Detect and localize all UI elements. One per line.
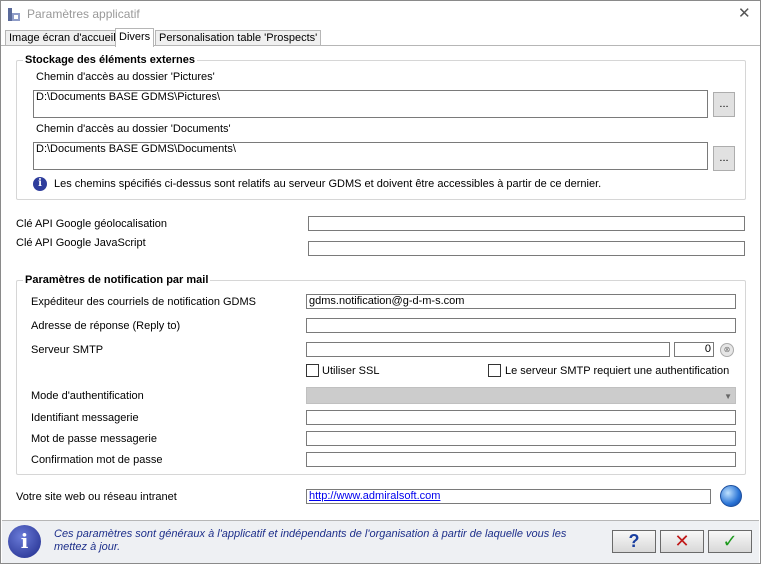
tab-divers[interactable]: Divers [115, 28, 155, 47]
help-button[interactable]: ? [612, 530, 656, 553]
pictures-path-label: Chemin d'accès au dossier 'Pictures' [36, 71, 215, 83]
sender-input[interactable]: gdms.notification@g-d-m-s.com [306, 294, 736, 309]
clear-port-icon[interactable]: ⊗ [720, 343, 734, 357]
browse-documents-button[interactable]: ... [713, 146, 735, 171]
chevron-down-icon: ▼ [724, 392, 732, 401]
password-label: Mot de passe messagerie [31, 433, 157, 445]
smtp-server-input[interactable] [306, 342, 670, 357]
documents-path-input[interactable]: D:\Documents BASE GDMS\Documents\ [33, 142, 708, 170]
google-geo-input[interactable] [308, 216, 745, 231]
info-icon: i [8, 525, 41, 558]
smtp-port-input[interactable]: 0 [674, 342, 714, 357]
info-icon: i [33, 177, 47, 191]
sender-label: Expéditeur des courriels de notification… [31, 296, 256, 308]
google-js-input[interactable] [308, 241, 745, 256]
google-geo-label: Clé API Google géolocalisation [16, 218, 168, 230]
use-ssl-label: Utiliser SSL [322, 365, 380, 377]
mail-legend: Paramètres de notification par mail [25, 274, 209, 286]
auth-mode-label: Mode d'authentification [31, 390, 144, 402]
dialog-footer: i Ces paramètres sont généraux à l'appli… [2, 520, 759, 563]
auth-mode-select: ▼ [306, 387, 736, 404]
tab-content: Stockage des éléments externes Chemin d'… [2, 46, 759, 520]
window-title: Paramètres applicatif [27, 7, 140, 21]
smtp-auth-required-label: Le serveur SMTP requiert une authentific… [505, 365, 730, 377]
browse-pictures-button[interactable]: ... [713, 92, 735, 117]
settings-dialog: Paramètres applicatif ✕ Image écran d'ac… [0, 0, 761, 564]
login-label: Identifiant messagerie [31, 412, 139, 424]
cancel-button[interactable]: ✕ [660, 530, 704, 553]
smtp-server-label: Serveur SMTP [31, 344, 104, 356]
password-input[interactable] [306, 431, 736, 446]
close-icon[interactable]: ✕ [738, 5, 751, 23]
smtp-auth-required-checkbox[interactable] [488, 364, 501, 377]
website-input[interactable]: http://www.admiralsoft.com [306, 489, 711, 504]
storage-info-text: Les chemins spécifiés ci-dessus sont rel… [54, 178, 602, 190]
storage-legend: Stockage des éléments externes [25, 54, 195, 66]
google-js-label: Clé API Google JavaScript [16, 237, 146, 249]
globe-icon[interactable] [720, 485, 742, 507]
title-bar: Paramètres applicatif ✕ [1, 1, 760, 28]
confirm-password-input[interactable] [306, 452, 736, 467]
ok-button[interactable]: ✓ [708, 530, 752, 553]
app-icon [8, 8, 20, 21]
footer-note: Ces paramètres sont généraux à l'applica… [54, 528, 567, 553]
reply-to-label: Adresse de réponse (Reply to) [31, 320, 181, 332]
login-input[interactable] [306, 410, 736, 425]
tab-personalisation-prospects[interactable]: Personalisation table 'Prospects' [155, 30, 322, 46]
pictures-path-input[interactable]: D:\Documents BASE GDMS\Pictures\ [33, 90, 708, 118]
website-label: Votre site web ou réseau intranet [16, 491, 177, 503]
reply-to-input[interactable] [306, 318, 736, 333]
documents-path-label: Chemin d'accès au dossier 'Documents' [36, 123, 231, 135]
website-link[interactable]: http://www.admiralsoft.com [309, 490, 440, 502]
confirm-password-label: Confirmation mot de passe [31, 454, 163, 466]
tab-image-ecran-accueil[interactable]: Image écran d'accueil [5, 30, 120, 46]
use-ssl-checkbox[interactable] [306, 364, 319, 377]
